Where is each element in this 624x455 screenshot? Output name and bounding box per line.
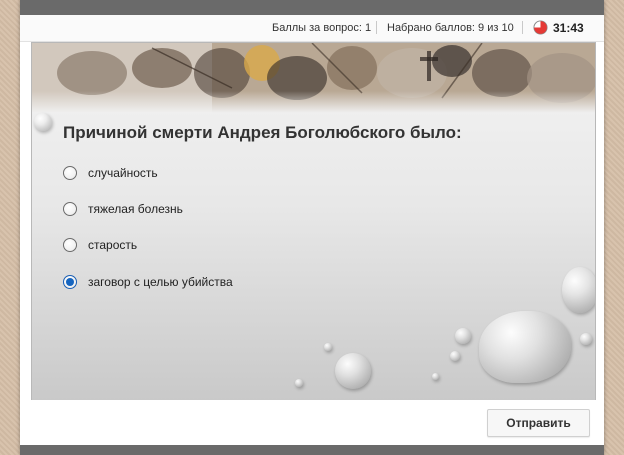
battle-banner-image — [32, 43, 595, 113]
answer-option[interactable]: тяжелая болезнь — [63, 199, 183, 219]
answer-option-selected[interactable]: заговор с целью убийства — [63, 272, 233, 292]
water-droplet — [562, 267, 595, 313]
water-droplet — [455, 328, 471, 344]
question-slide: Причиной смерти Андрея Боголюбского было… — [31, 42, 596, 402]
water-droplet — [335, 353, 371, 389]
bottom-strip — [20, 445, 604, 455]
radio-button[interactable] — [63, 202, 77, 216]
answer-label: тяжелая болезнь — [88, 202, 183, 216]
water-droplet — [324, 343, 332, 351]
water-droplet — [34, 113, 52, 131]
top-strip — [20, 0, 604, 15]
water-droplet — [479, 311, 571, 383]
submit-button[interactable]: Отправить — [487, 409, 590, 437]
clock-icon — [533, 20, 548, 35]
radio-button[interactable] — [63, 238, 77, 252]
water-droplet — [580, 333, 592, 345]
question-text: Причиной смерти Андрея Боголюбского было… — [63, 123, 462, 142]
info-divider — [522, 21, 523, 34]
answer-option[interactable]: случайность — [63, 163, 158, 183]
water-droplet — [450, 351, 460, 361]
answer-label: случайность — [88, 166, 158, 180]
quiz-player: Баллы за вопрос: 1 Набрано баллов: 9 из … — [20, 0, 604, 455]
answer-label: заговор с целью убийства — [88, 275, 233, 289]
water-droplet — [432, 373, 439, 380]
info-bar: Баллы за вопрос: 1 Набрано баллов: 9 из … — [20, 15, 604, 42]
water-droplet — [295, 379, 303, 387]
answer-label: старость — [88, 238, 138, 252]
radio-button-checked[interactable] — [63, 275, 77, 289]
footer-bar: Отправить — [20, 400, 604, 445]
answer-option[interactable]: старость — [63, 235, 137, 255]
info-divider — [376, 21, 377, 34]
radio-button[interactable] — [63, 166, 77, 180]
timer-value: 31:43 — [553, 21, 584, 35]
banner-fade — [32, 91, 595, 113]
points-per-question: Баллы за вопрос: 1 — [272, 22, 372, 34]
points-scored: Набрано баллов: 9 из 10 — [387, 22, 514, 34]
